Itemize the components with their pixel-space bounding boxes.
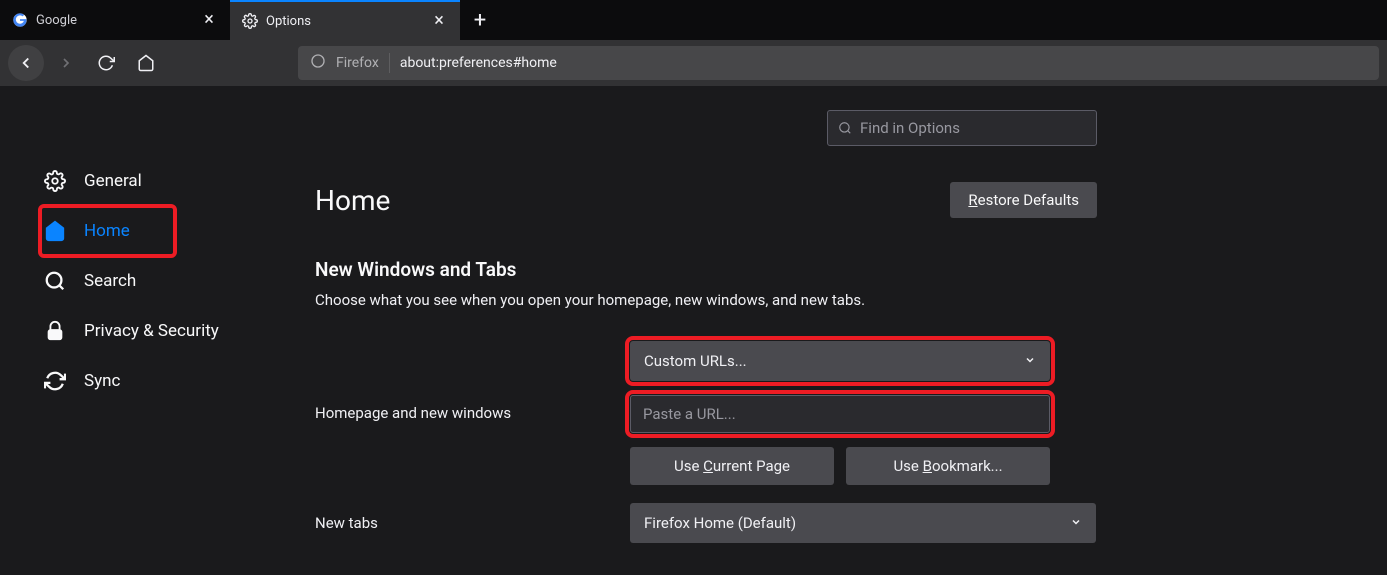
dropdown-value: Firefox Home (Default) xyxy=(644,514,796,532)
sidebar-item-privacy[interactable]: Privacy & Security xyxy=(40,306,315,356)
nav-bar: Firefox about:preferences#home xyxy=(0,40,1387,86)
chevron-down-icon xyxy=(1070,514,1082,532)
close-icon[interactable]: × xyxy=(430,12,448,30)
section-title: New Windows and Tabs xyxy=(315,258,1387,281)
gear-icon xyxy=(44,170,66,192)
search-icon xyxy=(44,270,66,292)
sidebar-item-general[interactable]: General xyxy=(40,156,315,206)
page-title: Home xyxy=(315,184,390,217)
newtabs-dropdown[interactable]: Firefox Home (Default) xyxy=(630,503,1096,543)
section-description: Choose what you see when you open your h… xyxy=(315,291,1387,309)
setting-newtabs-row: New tabs Firefox Home (Default) xyxy=(315,503,1097,543)
sidebar-item-label: Search xyxy=(84,271,136,291)
home-button[interactable] xyxy=(128,45,164,81)
button-row: Use Current Page Use Bookmark... xyxy=(630,447,1050,485)
sidebar-item-label: Sync xyxy=(84,371,120,391)
search-input[interactable] xyxy=(860,119,1086,137)
sidebar-item-home[interactable]: Home xyxy=(40,206,175,256)
tab-bar: Google × Options × + xyxy=(0,0,1387,40)
home-icon xyxy=(44,220,66,242)
gear-icon xyxy=(242,13,258,29)
setting-label: New tabs xyxy=(315,514,630,532)
homepage-dropdown[interactable]: Custom URLs... xyxy=(630,341,1050,381)
url-bar[interactable]: Firefox about:preferences#home xyxy=(298,46,1379,80)
sync-icon xyxy=(44,370,66,392)
url-identity: Firefox xyxy=(336,55,379,71)
search-options[interactable] xyxy=(827,110,1097,146)
sidebar-item-label: General xyxy=(84,171,142,191)
sidebar-item-label: Home xyxy=(84,221,130,241)
google-favicon xyxy=(12,12,28,28)
dropdown-value: Custom URLs... xyxy=(644,352,747,370)
homepage-url-input[interactable] xyxy=(630,395,1050,433)
back-button[interactable] xyxy=(8,45,44,81)
content-area: General Home Search Privacy & Security S… xyxy=(0,86,1387,575)
forward-button[interactable] xyxy=(48,45,84,81)
firefox-icon xyxy=(310,53,326,73)
use-current-page-button[interactable]: Use Current Page xyxy=(630,447,834,485)
sidebar-item-label: Privacy & Security xyxy=(84,321,219,341)
new-tab-button[interactable]: + xyxy=(460,0,500,40)
tab-options[interactable]: Options × xyxy=(230,0,460,40)
restore-defaults-button[interactable]: Restore Defaults xyxy=(950,182,1097,218)
url-text: about:preferences#home xyxy=(400,55,557,71)
setting-homepage-row: Homepage and new windows Custom URLs... … xyxy=(315,341,1387,485)
setting-controls: Custom URLs... Use Current Page Use Book… xyxy=(630,341,1096,485)
divider xyxy=(389,53,390,73)
tab-label: Options xyxy=(266,14,422,29)
sidebar-item-sync[interactable]: Sync xyxy=(40,356,315,406)
tab-google[interactable]: Google × xyxy=(0,0,230,40)
close-icon[interactable]: × xyxy=(200,11,218,29)
chevron-down-icon xyxy=(1024,352,1036,370)
sidebar: General Home Search Privacy & Security S… xyxy=(0,86,315,575)
use-bookmark-button[interactable]: Use Bookmark... xyxy=(846,447,1050,485)
reload-button[interactable] xyxy=(88,45,124,81)
setting-label: Homepage and new windows xyxy=(315,404,630,422)
main-panel: Home Restore Defaults New Windows and Ta… xyxy=(315,86,1387,575)
lock-icon xyxy=(44,320,66,342)
panel-header: Home Restore Defaults xyxy=(315,182,1097,218)
sidebar-item-search[interactable]: Search xyxy=(40,256,315,306)
url-input-wrap xyxy=(630,395,1096,433)
tab-label: Google xyxy=(36,13,192,28)
search-icon xyxy=(838,121,852,135)
